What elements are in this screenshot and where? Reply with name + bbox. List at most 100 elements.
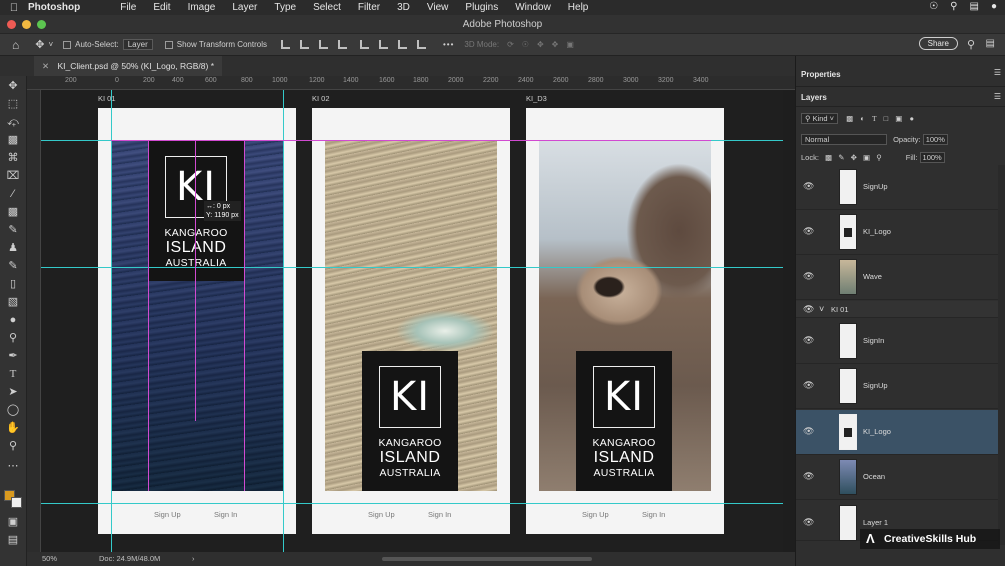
- zoom-window-button[interactable]: [37, 20, 46, 29]
- guide-vertical[interactable]: [111, 90, 112, 552]
- object-select-tool-icon[interactable]: ▩: [6, 134, 20, 146]
- lasso-tool-icon[interactable]: ⤽: [6, 116, 20, 128]
- hand-tool-icon[interactable]: ✋: [6, 422, 20, 434]
- group-name[interactable]: KI 01: [831, 305, 849, 314]
- layers-scrollbar[interactable]: [998, 165, 1005, 545]
- blend-mode-dropdown[interactable]: Normal: [801, 134, 887, 145]
- layer-name[interactable]: SignIn: [863, 336, 884, 345]
- opacity-input[interactable]: 100%: [922, 134, 948, 145]
- artboard-ki-01[interactable]: KI 01 KI KANGAROO ISLAND AUSTRALIA ↔: 0 …: [98, 94, 296, 534]
- align-bottom-icon[interactable]: [398, 40, 407, 49]
- menu-3d[interactable]: 3D: [397, 2, 410, 13]
- visibility-eye-icon[interactable]: 👁: [803, 304, 814, 315]
- gradient-tool-icon[interactable]: ▧: [6, 296, 20, 308]
- clone-stamp-tool-icon[interactable]: ♟: [6, 242, 20, 254]
- healing-tool-icon[interactable]: ▩: [6, 206, 20, 218]
- pixel-filter-icon[interactable]: ▩: [846, 114, 853, 123]
- menu-file[interactable]: File: [120, 2, 136, 13]
- menu-type[interactable]: Type: [274, 2, 296, 13]
- screen-mode-icon[interactable]: ▤: [6, 534, 20, 546]
- sign-up-link[interactable]: Sign Up: [368, 510, 395, 519]
- tab-properties[interactable]: Properties: [801, 70, 841, 79]
- artboard-label[interactable]: KI 01: [98, 94, 116, 103]
- align-right-icon[interactable]: [319, 40, 328, 49]
- chevron-down-icon[interactable]: ˅: [819, 304, 824, 314]
- tab-layers[interactable]: Layers: [801, 93, 827, 102]
- artboard-ki-03[interactable]: KI_D3 KI KANGAROO ISLAND AUSTRALIA Sign …: [526, 94, 724, 534]
- app-name-menu[interactable]: Photoshop: [28, 2, 80, 13]
- blur-tool-icon[interactable]: ●: [6, 314, 20, 326]
- workspace-icon[interactable]: ▤: [986, 38, 995, 49]
- shape-filter-icon[interactable]: □: [884, 114, 889, 123]
- artboard-label[interactable]: KI_D3: [526, 94, 547, 103]
- frame-tool-icon[interactable]: ⌧: [6, 170, 20, 182]
- menu-filter[interactable]: Filter: [358, 2, 380, 13]
- close-window-button[interactable]: [7, 20, 16, 29]
- layer-row[interactable]: 👁 SignUp: [796, 364, 998, 409]
- visibility-eye-icon[interactable]: 👁: [803, 471, 814, 482]
- background-color-swatch[interactable]: [11, 497, 22, 508]
- layer-name[interactable]: SignUp: [863, 182, 888, 191]
- visibility-eye-icon[interactable]: 👁: [803, 380, 814, 391]
- align-left-icon[interactable]: [281, 40, 290, 49]
- artboard-ki-02[interactable]: KI 02 KI KANGAROO ISLAND AUSTRALIA Sign …: [312, 94, 510, 534]
- sign-up-link[interactable]: Sign Up: [582, 510, 609, 519]
- lock-all-icon[interactable]: ⚲: [876, 153, 882, 162]
- menu-view[interactable]: View: [427, 2, 449, 13]
- path-selection-tool-icon[interactable]: ➤: [6, 386, 20, 398]
- zoom-level[interactable]: 50%: [42, 552, 57, 566]
- layer-row-selected[interactable]: 👁 KI_Logo: [796, 410, 998, 455]
- move-tool-icon[interactable]: ✥: [6, 80, 20, 92]
- edit-toolbar-icon[interactable]: ⋯: [6, 460, 20, 472]
- layer-name[interactable]: KI_Logo: [863, 227, 891, 236]
- ki-logo[interactable]: KI KANGAROO ISLAND AUSTRALIA ↔: 0 px Y: …: [148, 141, 244, 281]
- filter-toggle-icon[interactable]: ●: [909, 114, 914, 123]
- 3d-orbit-icon[interactable]: ⟳: [507, 40, 514, 49]
- visibility-eye-icon[interactable]: 👁: [803, 181, 814, 192]
- pen-tool-icon[interactable]: ✒: [6, 350, 20, 362]
- control-center-icon[interactable]: ▤: [970, 1, 979, 12]
- layer-name[interactable]: Wave: [863, 272, 882, 281]
- align-center-icon[interactable]: [300, 40, 309, 49]
- layer-row[interactable]: 👁 KI_Logo: [796, 210, 998, 255]
- lock-artboard-icon[interactable]: ▣: [863, 153, 870, 162]
- visibility-eye-icon[interactable]: 👁: [803, 271, 814, 282]
- horizontal-scrollbar[interactable]: [382, 557, 592, 561]
- brush-tool-icon[interactable]: ✎: [6, 224, 20, 236]
- guide-horizontal[interactable]: [41, 267, 783, 268]
- auto-select-checkbox[interactable]: [63, 40, 72, 49]
- minimize-window-button[interactable]: [22, 20, 31, 29]
- layer-name[interactable]: Ocean: [863, 472, 885, 481]
- adjustment-filter-icon[interactable]: ◐: [860, 114, 865, 123]
- fill-input[interactable]: 100%: [919, 152, 945, 163]
- doc-size[interactable]: Doc: 24.9M/48.0M: [99, 552, 160, 566]
- layer-row[interactable]: 👁 Ocean: [796, 455, 998, 500]
- sign-in-link[interactable]: Sign In: [428, 510, 451, 519]
- visibility-eye-icon[interactable]: 👁: [803, 426, 814, 437]
- eyedropper-tool-icon[interactable]: ⁄: [6, 188, 20, 200]
- 3d-slide-icon[interactable]: ✥: [552, 40, 559, 49]
- smart-object-filter-icon[interactable]: ▣: [895, 114, 902, 123]
- layer-name[interactable]: SignUp: [863, 381, 888, 390]
- visibility-eye-icon[interactable]: 👁: [803, 517, 814, 528]
- layer-name[interactable]: KI_Logo: [863, 427, 891, 436]
- layer-row[interactable]: 👁 Wave: [796, 255, 998, 300]
- creative-cloud-icon[interactable]: ☉: [929, 1, 938, 12]
- share-button[interactable]: Share: [918, 37, 958, 50]
- home-icon[interactable]: ⌂: [12, 38, 19, 52]
- document-canvas[interactable]: KI 01 KI KANGAROO ISLAND AUSTRALIA ↔: 0 …: [41, 90, 783, 552]
- sign-in-link[interactable]: Sign In: [642, 510, 665, 519]
- align-top-icon[interactable]: [360, 40, 369, 49]
- ki-logo[interactable]: KI KANGAROO ISLAND AUSTRALIA: [576, 351, 672, 491]
- menu-image[interactable]: Image: [188, 2, 216, 13]
- menu-window[interactable]: Window: [515, 2, 551, 13]
- close-tab-icon[interactable]: ✕: [42, 61, 49, 71]
- panel-menu-icon[interactable]: ☰: [994, 68, 1001, 77]
- layer-group-row[interactable]: 👁 ˅ KI 01: [796, 301, 998, 318]
- crop-tool-icon[interactable]: ⌘: [6, 152, 20, 164]
- zoom-tool-icon[interactable]: ⚲: [6, 440, 20, 452]
- panel-menu-icon[interactable]: ☰: [994, 92, 1001, 101]
- lock-transparency-icon[interactable]: ▩: [825, 153, 832, 162]
- marquee-tool-icon[interactable]: ⬚: [6, 98, 20, 110]
- search-icon[interactable]: ⚲: [950, 1, 957, 12]
